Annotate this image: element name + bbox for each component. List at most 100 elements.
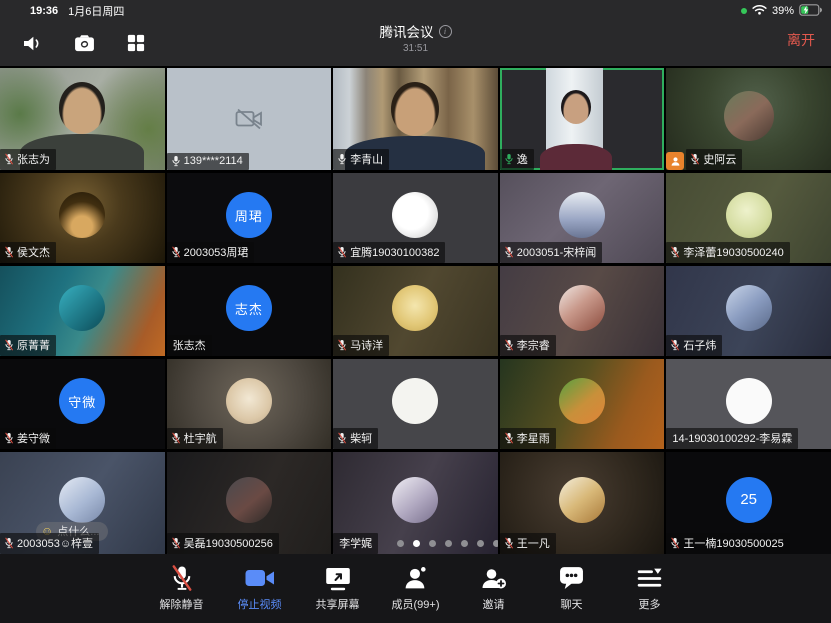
participant-tile[interactable]: 14-19030100292-李易霖 — [666, 359, 831, 449]
toolbar-item-label: 解除静音 — [160, 596, 204, 612]
info-icon[interactable]: i — [439, 25, 452, 38]
participant-tile[interactable]: 李学娓 — [333, 452, 498, 554]
mic-status-icon — [337, 432, 347, 444]
participant-name: 马诗洋 — [350, 337, 383, 353]
participant-tile[interactable]: 李青山 — [333, 68, 498, 170]
participant-tile[interactable]: 马诗洋 — [333, 266, 498, 356]
participant-tile[interactable]: 逸 — [500, 68, 665, 170]
meeting-timer: 31:51 — [380, 43, 452, 54]
participant-tile[interactable]: 侯文杰 — [0, 173, 165, 263]
page-dot[interactable] — [493, 540, 498, 547]
toolbar-item-more[interactable]: 更多 — [625, 565, 675, 623]
participant-name: 2003053☺梓壹 — [17, 535, 93, 551]
page-indicator-dots[interactable] — [397, 540, 498, 547]
page-dot[interactable] — [397, 540, 404, 547]
participant-tile[interactable]: 2003051-宋梓闻 — [500, 173, 665, 263]
avatar — [726, 378, 772, 424]
more-icon — [637, 565, 662, 591]
grid-view-icon[interactable] — [124, 32, 148, 54]
participant-tile[interactable]: 史阿云 — [666, 68, 831, 170]
toolbar-item-share-screen[interactable]: 共享屏幕 — [313, 565, 363, 623]
avatar — [59, 285, 105, 331]
participant-name: 李青山 — [350, 151, 383, 167]
participant-label: 2003053☺梓壹 — [0, 533, 99, 554]
participant-name: 石子炜 — [683, 337, 716, 353]
mic-status-icon — [4, 153, 14, 165]
avatar — [559, 285, 605, 331]
toolbar-item-invite[interactable]: 邀请 — [469, 565, 519, 623]
participant-name: 杜宇航 — [184, 430, 217, 446]
online-dot — [741, 8, 747, 14]
participant-label: 吴磊19030500256 — [167, 533, 279, 554]
participant-name: 139****2114 — [184, 155, 243, 167]
avatar: 志杰 — [226, 285, 272, 331]
toolbar-item-label: 停止视频 — [238, 596, 282, 612]
page-dot[interactable] — [445, 540, 452, 547]
leave-button[interactable]: 离开 — [787, 30, 815, 50]
avatar — [724, 91, 774, 141]
avatar — [226, 477, 272, 523]
mic-status-icon — [670, 246, 680, 258]
participant-tile[interactable]: 周珺 2003053周珺 — [167, 173, 332, 263]
mic-status-icon — [4, 339, 14, 351]
page-dot[interactable] — [413, 540, 420, 547]
toolbar-item-members[interactable]: 成员(99+) — [391, 565, 441, 623]
participant-label: 2003051-宋梓闻 — [500, 242, 603, 263]
participant-name: 逸 — [517, 151, 528, 167]
participant-tile[interactable]: 25 王一楠19030500025 — [666, 452, 831, 554]
mic-status-icon — [670, 537, 680, 549]
mic-status-icon — [171, 432, 181, 444]
toolbar-item-unmute[interactable]: 解除静音 — [157, 565, 207, 623]
toolbar-item-label: 聊天 — [561, 596, 583, 612]
mic-status-icon — [4, 537, 14, 549]
participant-name: 王一楠19030500025 — [683, 535, 783, 551]
participant-tile[interactable]: 志杰张志杰 — [167, 266, 332, 356]
participant-tile[interactable]: 李泽蕾19030500240 — [666, 173, 831, 263]
speaker-icon[interactable] — [20, 32, 44, 54]
participant-tile[interactable]: 原菁菁 — [0, 266, 165, 356]
toolbar-item-chat[interactable]: 聊天 — [547, 565, 597, 623]
participant-tile[interactable]: 李星雨 — [500, 359, 665, 449]
participant-tile[interactable]: 139****2114 — [167, 68, 332, 170]
camera-icon — [245, 565, 275, 591]
mic-status-icon — [4, 432, 14, 444]
participant-tile[interactable]: 石子炜 — [666, 266, 831, 356]
participant-tile[interactable]: 张志为 — [0, 68, 165, 170]
invite-icon — [481, 565, 507, 591]
participant-label: 张志为 — [0, 149, 56, 170]
mic-status-icon — [171, 155, 181, 167]
participant-label: 李星雨 — [500, 428, 556, 449]
participant-label: 14-19030100292-李易霖 — [666, 428, 798, 449]
flip-camera-icon[interactable] — [72, 32, 96, 54]
hand-raised-badge — [666, 152, 684, 170]
bottom-toolbar: 解除静音 停止视频 共享屏幕 成员(99+) 邀请 聊天 更多 — [0, 554, 831, 623]
participant-tile[interactable]: 李宗睿 — [500, 266, 665, 356]
participant-tile[interactable]: 宜腾19030100382 — [333, 173, 498, 263]
participant-name: 宜腾19030100382 — [350, 244, 439, 260]
participant-name: 柴轲 — [350, 430, 372, 446]
toolbar-item-stop-video[interactable]: 停止视频 — [235, 565, 285, 623]
status-date: 1月6日周四 — [68, 3, 124, 19]
participant-label: 柴轲 — [333, 428, 378, 449]
avatar — [59, 477, 105, 523]
participant-tile[interactable]: 柴轲 — [333, 359, 498, 449]
participant-tile[interactable]: 守微 姜守微 — [0, 359, 165, 449]
participant-label: 李青山 — [333, 149, 389, 170]
participant-label: 马诗洋 — [333, 335, 389, 356]
mic-status-icon — [504, 339, 514, 351]
wifi-icon — [752, 4, 767, 18]
participant-label: 侯文杰 — [0, 242, 56, 263]
participant-tile[interactable]: 2003053☺梓壹☺点什么... — [0, 452, 165, 554]
participant-tile[interactable]: 吴磊19030500256 — [167, 452, 332, 554]
page-dot[interactable] — [461, 540, 468, 547]
mic-status-icon — [504, 246, 514, 258]
participant-name: 侯文杰 — [17, 244, 50, 260]
participant-label: 李泽蕾19030500240 — [666, 242, 789, 263]
participant-tile[interactable]: 王一凡 — [500, 452, 665, 554]
page-dot[interactable] — [429, 540, 436, 547]
mic-status-icon — [690, 153, 700, 165]
members-icon — [403, 565, 428, 591]
page-dot[interactable] — [477, 540, 484, 547]
participant-tile[interactable]: 杜宇航 — [167, 359, 332, 449]
participant-face — [561, 90, 591, 124]
